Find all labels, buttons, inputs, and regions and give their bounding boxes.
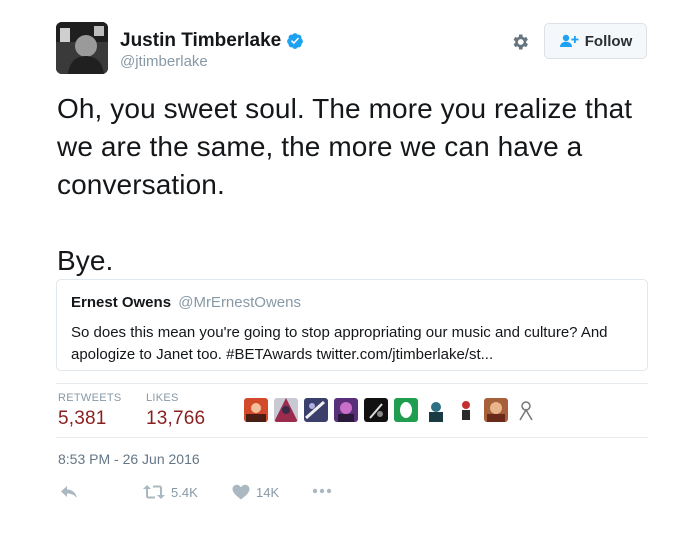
quoted-author-name: Ernest Owens bbox=[71, 294, 172, 311]
liker-avatar[interactable] bbox=[454, 398, 478, 422]
tweet-line: Oh, you sweet soul. The more you realize… bbox=[57, 93, 633, 124]
liker-avatar[interactable] bbox=[394, 398, 418, 422]
liker-avatar[interactable] bbox=[484, 398, 508, 422]
retweets-count: 5,381 bbox=[58, 408, 107, 429]
author-handle[interactable]: @jtimberlake bbox=[120, 53, 208, 70]
liker-avatar[interactable] bbox=[334, 398, 358, 422]
divider bbox=[56, 383, 648, 384]
retweet-count: 5.4K bbox=[171, 484, 198, 500]
liker-avatars bbox=[244, 398, 544, 422]
author-avatar[interactable] bbox=[56, 22, 108, 74]
retweets-stat[interactable]: RETWEETS 5,381 bbox=[58, 392, 122, 430]
heart-icon bbox=[232, 484, 250, 500]
reply-button[interactable] bbox=[60, 484, 78, 500]
more-button[interactable] bbox=[312, 488, 332, 494]
retweet-icon bbox=[143, 485, 165, 499]
quoted-text-line: apologize to Janet too. #BETAwards twitt… bbox=[71, 346, 494, 363]
reply-icon bbox=[61, 486, 77, 498]
author-name-row: Justin Timberlake bbox=[120, 30, 304, 52]
tweet-timestamp[interactable]: 8:53 PM - 26 Jun 2016 bbox=[58, 451, 200, 467]
liker-avatar[interactable] bbox=[274, 398, 298, 422]
tweet-actions: 5.4K 14K bbox=[0, 482, 700, 506]
add-user-icon bbox=[559, 34, 579, 47]
verified-badge-icon bbox=[287, 33, 304, 49]
more-dots-icon bbox=[312, 488, 332, 494]
likes-label: LIKES bbox=[146, 392, 179, 404]
liker-avatar[interactable] bbox=[244, 398, 268, 422]
liker-avatar[interactable] bbox=[304, 398, 328, 422]
quoted-text-line: So does this mean you're going to stop a… bbox=[71, 324, 608, 341]
follow-button[interactable]: Follow bbox=[544, 23, 647, 59]
tweet-text: Oh, you sweet soul. The more you realize… bbox=[57, 90, 657, 280]
tweet-line: conversation. bbox=[57, 169, 225, 200]
tweet-card: Justin Timberlake @jtimberlake Follow Oh… bbox=[0, 0, 700, 542]
liker-avatar[interactable] bbox=[514, 398, 538, 422]
likes-count: 13,766 bbox=[146, 408, 206, 429]
likes-stat[interactable]: LIKES 13,766 bbox=[146, 392, 205, 430]
author-name[interactable]: Justin Timberlake bbox=[120, 30, 281, 52]
quoted-tweet-text: So does this mean you're going to stop a… bbox=[71, 322, 633, 366]
like-button[interactable]: 14K bbox=[232, 484, 279, 500]
gear-icon[interactable] bbox=[510, 32, 530, 52]
quoted-tweet-header: Ernest Owens @MrErnestOwens bbox=[71, 294, 633, 312]
liker-avatar[interactable] bbox=[364, 398, 388, 422]
tweet-closing: Bye. bbox=[57, 245, 114, 276]
divider bbox=[56, 437, 648, 438]
retweets-label: RETWEETS bbox=[58, 392, 122, 404]
follow-label: Follow bbox=[584, 32, 633, 50]
quoted-author-handle: @MrErnestOwens bbox=[178, 294, 301, 311]
liker-avatar[interactable] bbox=[424, 398, 448, 422]
quoted-tweet[interactable]: Ernest Owens @MrErnestOwens So does this… bbox=[56, 279, 648, 371]
like-count: 14K bbox=[256, 484, 280, 500]
retweet-button[interactable]: 5.4K bbox=[143, 484, 198, 500]
tweet-line: we are the same, the more we can have a bbox=[57, 131, 583, 162]
